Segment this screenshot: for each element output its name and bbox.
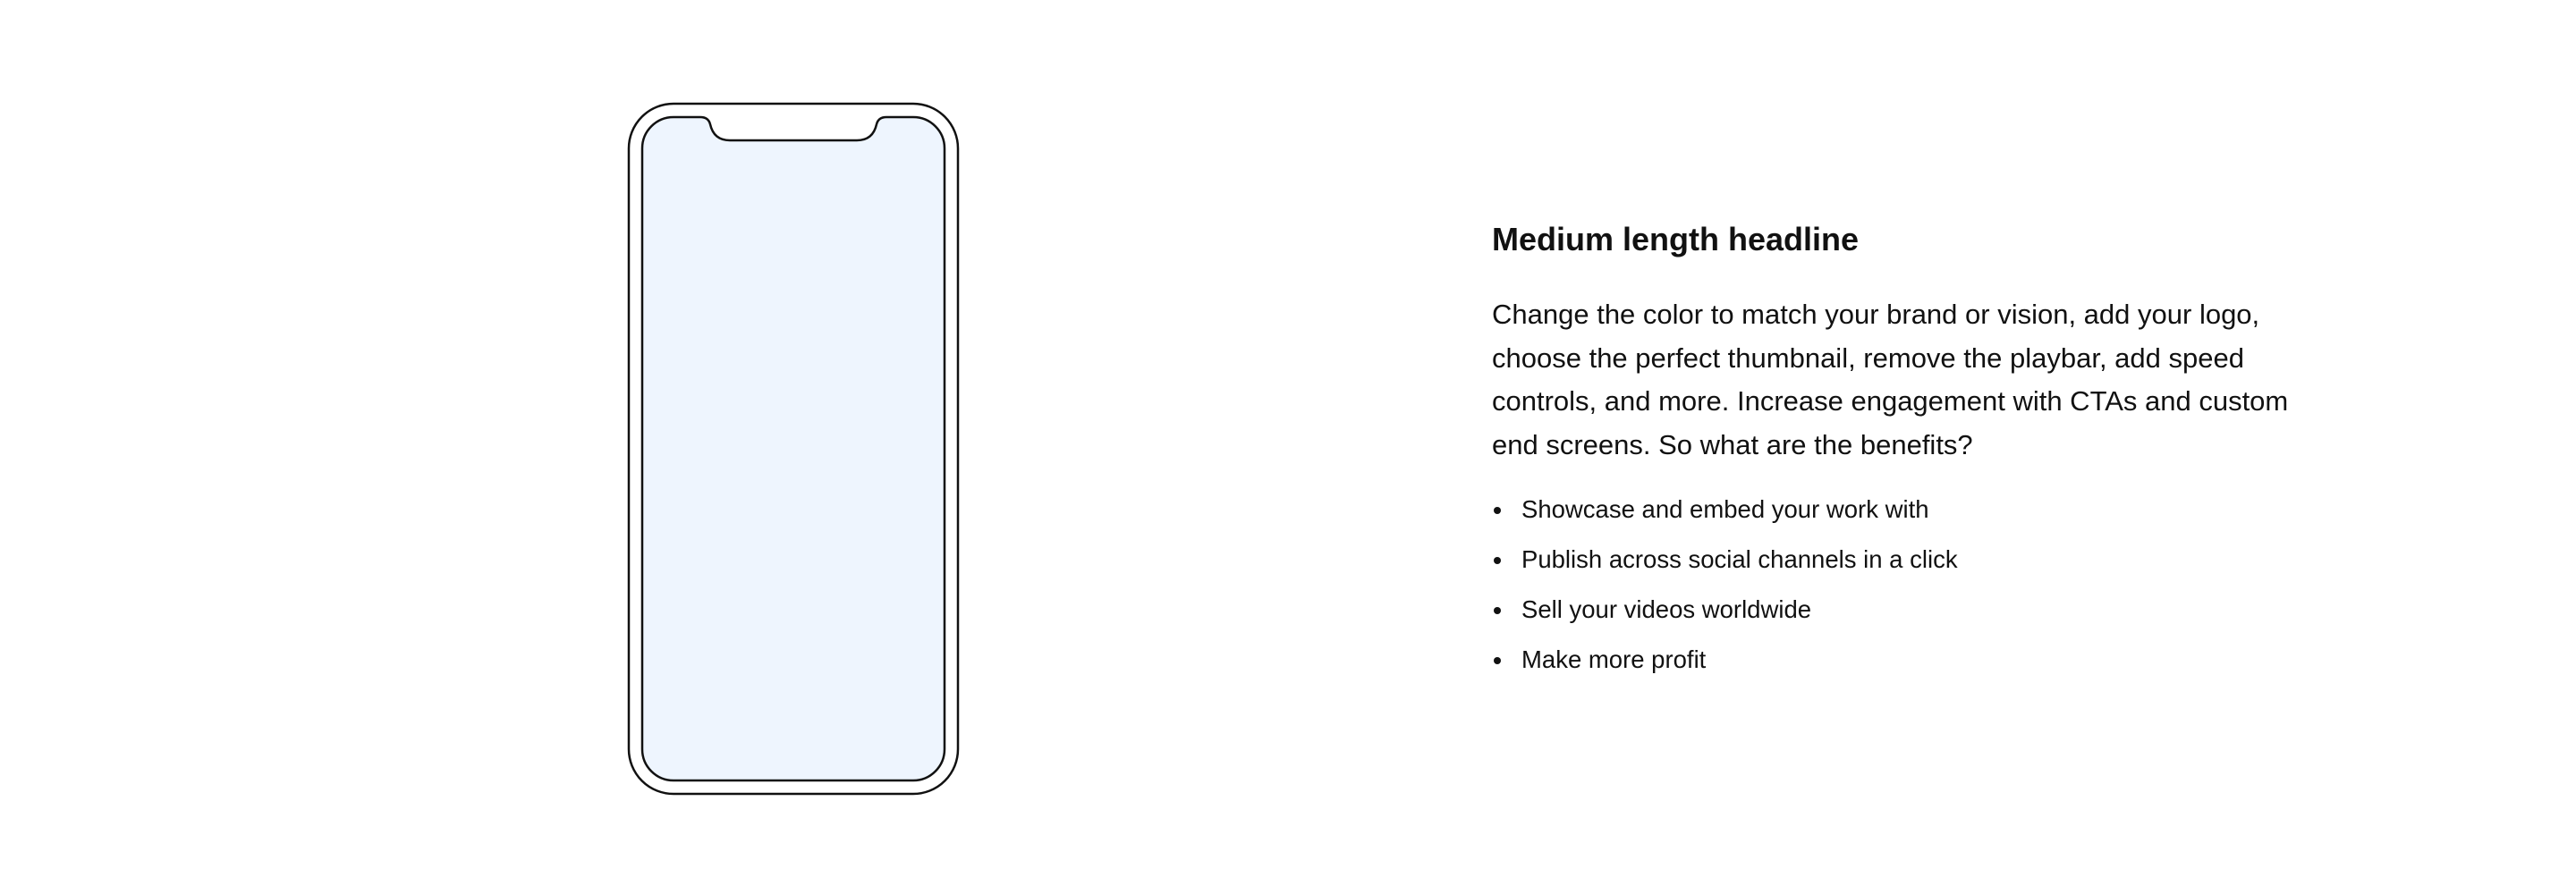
body-paragraph: Change the color to match your brand or … [1492,299,2289,460]
phone-screen [640,115,946,782]
benefits-list: Showcase and embed your work with Publis… [1492,493,2297,676]
list-item: Showcase and embed your work with [1492,493,2297,526]
benefit-text: Make more profit [1521,645,1707,673]
list-item: Make more profit [1492,644,2297,676]
feature-content: Medium length headline Change the color … [1492,220,2297,694]
list-item: Publish across social channels in a clic… [1492,544,2297,576]
list-item: Sell your videos worldwide [1492,594,2297,626]
bullet-icon [1494,657,1501,664]
bullet-icon [1494,607,1501,614]
phone-mockup [627,102,960,796]
benefit-text: Publish across social channels in a clic… [1521,545,1958,573]
smartphone-outline-icon [627,102,960,796]
bullet-icon [1494,507,1501,514]
headline: Medium length headline [1492,221,1860,257]
benefit-text: Sell your videos worldwide [1521,595,1812,623]
benefit-text: Showcase and embed your work with [1521,495,1929,523]
bullet-icon [1494,557,1501,564]
